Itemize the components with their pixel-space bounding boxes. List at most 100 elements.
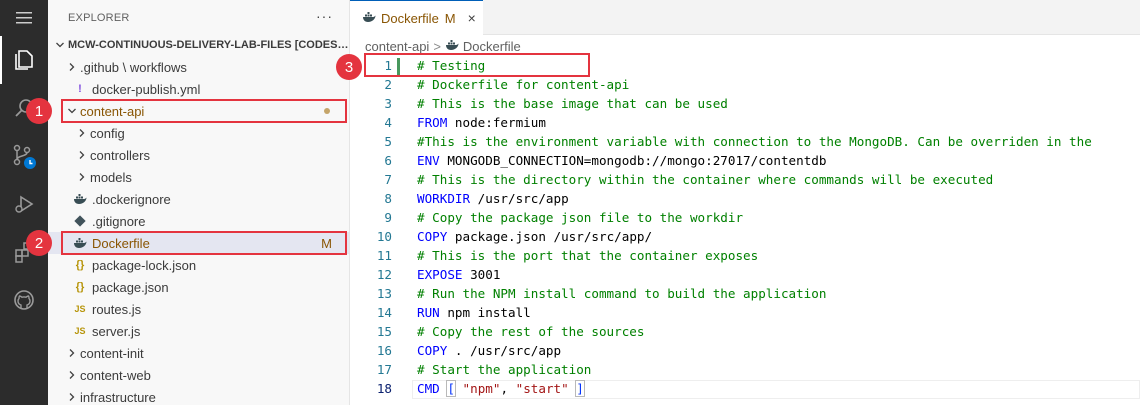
tree-item-label: models	[90, 169, 132, 185]
line-number: 6	[384, 153, 392, 168]
callout-badge-3: 3	[336, 54, 362, 80]
code-text: node:fermium	[447, 115, 546, 130]
tree-item-content-web[interactable]: content-web	[48, 364, 349, 386]
code-text: # This is the directory within the conta…	[417, 172, 994, 187]
tree-item-models[interactable]: models	[48, 166, 349, 188]
code-line: 4 FROM node:fermium	[350, 113, 1140, 132]
tree-item-label: .dockerignore	[92, 191, 171, 207]
tree-item-label: package.json	[92, 279, 169, 295]
tree-item-server[interactable]: JS server.js	[48, 320, 349, 342]
run-debug-icon[interactable]	[0, 180, 48, 228]
line-number: 8	[384, 191, 392, 206]
json-file-icon: {}	[75, 281, 85, 293]
tree-item-label: content-init	[80, 345, 144, 361]
code-text: MONGODB_CONNECTION=mongodb://mongo:27017…	[439, 153, 827, 168]
chevron-right-icon	[74, 169, 90, 185]
explorer-sidebar: EXPLORER ··· MCW-CONTINUOUS-DELIVERY-LAB…	[48, 0, 350, 405]
tree-item-label: .github \ workflows	[80, 59, 187, 75]
tree-item-controllers[interactable]: controllers	[48, 144, 349, 166]
code-keyword: CMD	[417, 381, 440, 396]
tree-item-dockerignore[interactable]: .dockerignore	[48, 188, 349, 210]
callout-badge-2: 2	[26, 230, 52, 256]
tree-item-label: package-lock.json	[92, 257, 197, 273]
tree-item-github-workflows[interactable]: .github \ workflows	[48, 56, 349, 78]
code-line: 6 ENV MONGODB_CONNECTION=mongodb://mongo…	[350, 151, 1140, 170]
source-control-icon[interactable]	[0, 132, 48, 180]
line-number: 7	[384, 172, 392, 187]
tree-item-routes[interactable]: JS routes.js	[48, 298, 349, 320]
chevron-right-icon	[74, 125, 90, 141]
github-icon[interactable]	[0, 276, 48, 324]
tab-dockerfile[interactable]: Dockerfile M ×	[350, 0, 483, 35]
code-text: #This is the environment variable with c…	[417, 134, 1092, 149]
code-line: 14 RUN npm install	[350, 303, 1140, 322]
code-string: "start"	[515, 381, 569, 396]
line-number: 2	[384, 77, 392, 92]
workspace-root[interactable]: MCW-CONTINUOUS-DELIVERY-LAB-FILES [CODES…	[48, 34, 350, 56]
line-number: 10	[376, 229, 392, 244]
callout-box-content-api	[61, 99, 347, 123]
code-line: 5 #This is the environment variable with…	[350, 132, 1140, 151]
code-keyword: COPY	[417, 343, 448, 358]
code-text: # Copy the rest of the sources	[417, 324, 645, 339]
code-text: # Copy the package json file to the work…	[417, 210, 744, 225]
code-keyword: ENV	[417, 153, 440, 168]
docker-icon	[445, 39, 459, 54]
code-text: npm install	[439, 305, 531, 320]
tree-item-label: server.js	[92, 323, 141, 339]
tree-item-content-init[interactable]: content-init	[48, 342, 349, 364]
code-line: 18 CMD [ "npm", "start" ]	[350, 379, 1140, 398]
docker-icon	[362, 11, 376, 26]
code-text: # Run the NPM install command to build t…	[417, 286, 827, 301]
tree-item-label: config	[90, 125, 125, 141]
more-actions-icon[interactable]: ···	[316, 8, 333, 24]
code-line: 2 # Dockerfile for content-api	[350, 75, 1140, 94]
menu-icon[interactable]	[0, 0, 48, 36]
code-line: 15 # Copy the rest of the sources	[350, 322, 1140, 341]
callout-badge-1: 1	[26, 98, 52, 124]
tab-label: Dockerfile	[381, 10, 439, 26]
line-number: 16	[376, 343, 392, 358]
callout-box-testing-line	[364, 53, 590, 77]
tree-item-package-json[interactable]: {} package.json	[48, 276, 349, 298]
breadcrumb-file[interactable]: Dockerfile	[463, 39, 521, 54]
line-number: 3	[384, 96, 392, 111]
line-number: 12	[376, 267, 392, 282]
tree-item-config[interactable]: config	[48, 122, 349, 144]
code-text: ,	[500, 381, 516, 396]
explorer-icon[interactable]	[0, 36, 48, 84]
tree-item-gitignore[interactable]: .gitignore	[48, 210, 349, 232]
code-text: # This is the base image that can be use…	[417, 96, 728, 111]
tree-item-infrastructure[interactable]: infrastructure	[48, 386, 349, 405]
tree-item-label: content-web	[80, 367, 151, 383]
code-text: # Dockerfile for content-api	[417, 77, 630, 92]
code-line: 3 # This is the base image that can be u…	[350, 94, 1140, 113]
git-icon	[72, 213, 88, 229]
docker-icon	[72, 191, 88, 207]
code-line: 9 # Copy the package json file to the wo…	[350, 208, 1140, 227]
code-keyword: EXPOSE	[417, 267, 463, 282]
tab-bar: Dockerfile M ×	[350, 0, 1140, 35]
tree-item-package-lock[interactable]: {} package-lock.json	[48, 254, 349, 276]
tree-item-label: controllers	[90, 147, 150, 163]
line-number: 15	[376, 324, 392, 339]
code-text: 3001	[462, 267, 501, 282]
code-text: package.json /usr/src/app/	[447, 229, 653, 244]
code-bracket: ]	[575, 380, 585, 397]
code-keyword: RUN	[417, 305, 440, 320]
line-number: 9	[384, 210, 392, 225]
close-icon[interactable]: ×	[468, 10, 476, 26]
chevron-right-icon	[64, 367, 80, 383]
code-line: 16 COPY . /usr/src/app	[350, 341, 1140, 360]
code-text: . /usr/src/app	[447, 343, 562, 358]
code-line: 11 # This is the port that the container…	[350, 246, 1140, 265]
workspace-root-label: MCW-CONTINUOUS-DELIVERY-LAB-FILES [CODES…	[68, 39, 350, 51]
json-file-icon: {}	[75, 259, 85, 271]
tree-item-docker-publish[interactable]: ! docker-publish.yml	[48, 78, 349, 100]
code-line: 12 EXPOSE 3001	[350, 265, 1140, 284]
tree-item-label: docker-publish.yml	[92, 81, 201, 97]
line-number: 4	[384, 115, 392, 130]
breadcrumb-folder[interactable]: content-api	[365, 39, 429, 54]
js-file-icon: JS	[74, 326, 86, 336]
chevron-right-icon	[64, 389, 80, 405]
